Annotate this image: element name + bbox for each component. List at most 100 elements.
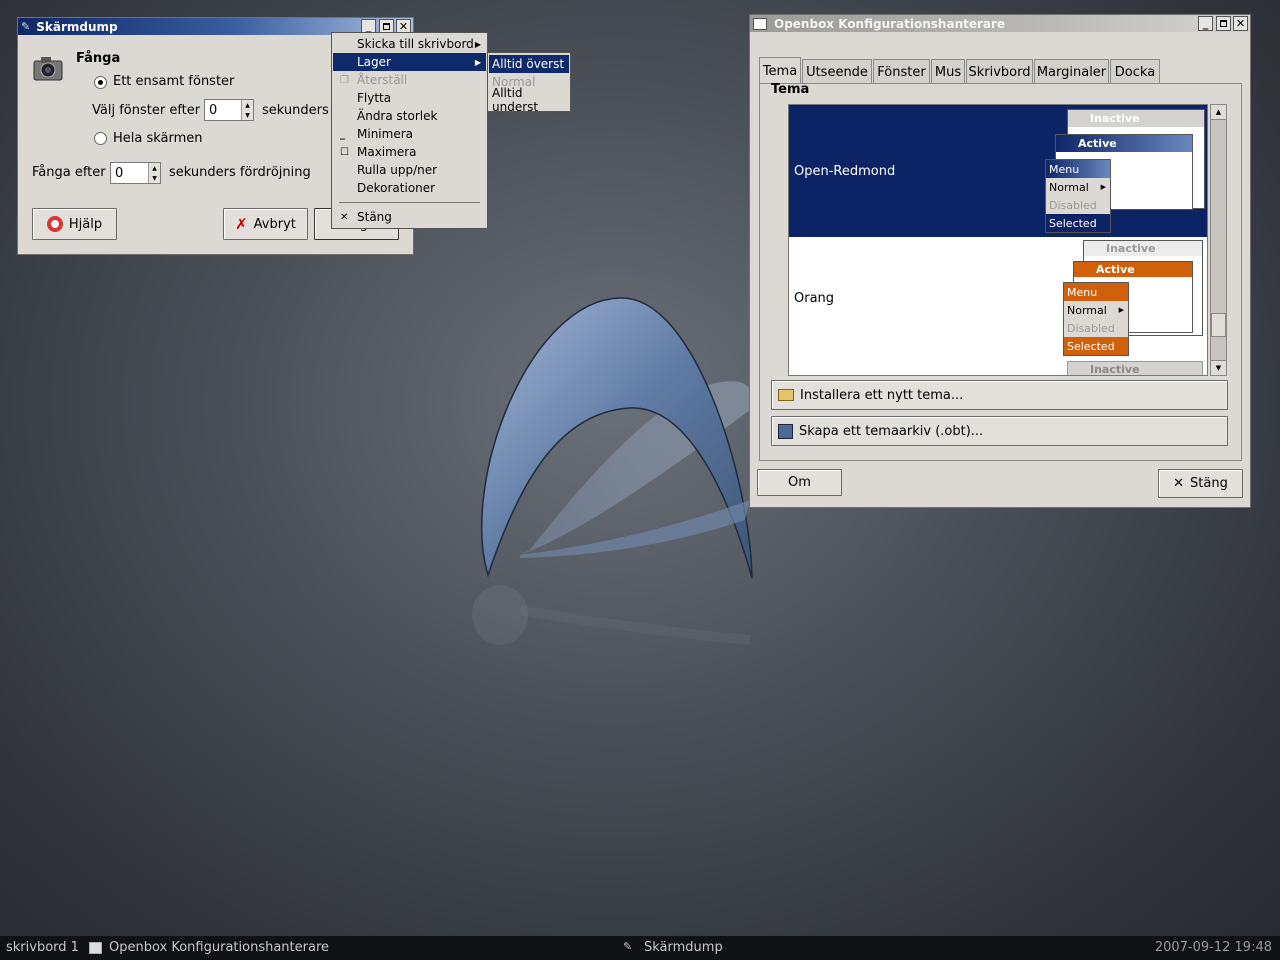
menu-item-always-on-top[interactable]: Alltid överst bbox=[489, 55, 569, 73]
scroll-up-icon[interactable]: ▲ bbox=[1211, 105, 1226, 120]
spin-up-icon: ▲ bbox=[152, 164, 157, 172]
taskbar: skrivbord 1 Openbox Konfigurationshanter… bbox=[0, 936, 1280, 960]
capture-after-value: 0 bbox=[115, 165, 124, 181]
menu-item-label: Ändra storlek bbox=[357, 109, 438, 123]
tab-label: Fönster bbox=[877, 64, 926, 80]
select-window-value: 0 bbox=[209, 102, 218, 118]
theme-list-scrollbar[interactable]: ▲ ▼ bbox=[1210, 104, 1227, 376]
single-window-label: Ett ensamt fönster bbox=[113, 74, 235, 89]
select-window-unit: sekunders bbox=[262, 103, 329, 118]
preview-titlebar: Inactive bbox=[1068, 110, 1204, 127]
menu-item-label: Stäng bbox=[357, 210, 392, 224]
install-theme-button[interactable]: Installera ett nytt tema... bbox=[771, 380, 1228, 410]
tab-fonster[interactable]: Fönster bbox=[873, 59, 930, 84]
capture-heading: Fånga bbox=[76, 51, 121, 66]
tab-utseende[interactable]: Utseende bbox=[802, 59, 872, 84]
tab-label: Docka bbox=[1114, 64, 1156, 80]
desktop-switcher[interactable]: skrivbord 1 bbox=[6, 940, 79, 955]
create-archive-button[interactable]: Skapa ett temaarkiv (.obt)... bbox=[771, 416, 1228, 446]
submenu-arrow-icon: ▶ bbox=[474, 39, 481, 49]
menu-item-minimize[interactable]: _ Minimera bbox=[333, 125, 486, 143]
preview-menu-selected: Selected bbox=[1046, 214, 1110, 232]
capture-after-spin[interactable]: 0 ▲ ▼ bbox=[110, 162, 161, 184]
preview-titlebar: Active bbox=[1056, 135, 1192, 152]
desktop-logo bbox=[472, 297, 754, 645]
preview-titlebar: Inactive bbox=[1068, 362, 1202, 375]
close-icon: ✕ bbox=[1235, 17, 1246, 30]
scroll-down-icon[interactable]: ▼ bbox=[1211, 360, 1226, 375]
menu-item-resize[interactable]: Ändra storlek bbox=[333, 107, 486, 125]
task-screenshot[interactable]: Skärmdump bbox=[644, 940, 723, 955]
menu-item-move[interactable]: Flytta bbox=[333, 89, 486, 107]
preview-menu: Menu Normal ▶ Disabled Selected bbox=[1063, 282, 1129, 356]
tab-label: Marginaler bbox=[1036, 64, 1107, 80]
preview-menu-disabled: Disabled bbox=[1067, 321, 1115, 335]
preview-menu-normal: Normal ▶ bbox=[1064, 301, 1128, 319]
task-openbox-config[interactable]: Openbox Konfigurationshanterare bbox=[109, 940, 329, 955]
scroll-thumb[interactable] bbox=[1211, 313, 1226, 337]
menu-item-label: Rulla upp/ner bbox=[357, 163, 438, 177]
menu-item-maximize[interactable]: ☐ Maximera bbox=[333, 143, 486, 161]
theme-list: Open-Redmond Inactive Active Menu Normal… bbox=[788, 104, 1208, 376]
spin-buttons[interactable]: ▲ ▼ bbox=[241, 100, 253, 120]
theme-row-orang[interactable]: Orang Inactive Active Menu Normal ▶ Disab… bbox=[789, 237, 1207, 375]
maximize-icon: ☐ bbox=[340, 146, 349, 158]
clock: 2007-09-12 19:48 bbox=[1154, 940, 1272, 955]
theme-section-title: Tema bbox=[771, 82, 810, 97]
menu-item-close[interactable]: ✕ Stäng bbox=[333, 208, 486, 226]
menu-item-label: Skicka till skrivbord bbox=[357, 37, 474, 51]
capture-after-label: Fånga efter bbox=[32, 165, 106, 180]
theme-row-open-redmond[interactable]: Open-Redmond Inactive Active Menu Normal… bbox=[789, 105, 1207, 237]
close-config-button[interactable]: ✕ Stäng bbox=[1158, 469, 1243, 498]
tab-mus[interactable]: Mus bbox=[931, 59, 965, 84]
preview-titlebar: Active bbox=[1074, 262, 1192, 277]
whole-screen-radio[interactable] bbox=[94, 132, 107, 145]
preview-menu-disabled: Disabled bbox=[1049, 198, 1097, 212]
close-config-label: Stäng bbox=[1190, 476, 1228, 491]
restore-icon: ❐ bbox=[340, 74, 349, 86]
folder-icon bbox=[778, 389, 794, 401]
single-window-radio[interactable] bbox=[94, 76, 107, 89]
openbox-titlebar[interactable]: Openbox Konfigurationshanterare bbox=[750, 15, 1250, 32]
tab-label: Tema bbox=[762, 63, 798, 79]
openbox-config-window: Openbox Konfigurationshanterare _ ✕ Tema… bbox=[749, 14, 1251, 508]
cancel-button[interactable]: ✗ Avbryt bbox=[223, 208, 308, 240]
tab-docka[interactable]: Docka bbox=[1110, 59, 1160, 84]
menu-item-always-below[interactable]: Alltid underst bbox=[489, 86, 569, 114]
preview-active-label: Active bbox=[1096, 263, 1135, 276]
preview-normal-label: Normal bbox=[1067, 303, 1107, 317]
preview-normal-label: Normal bbox=[1049, 180, 1089, 194]
tab-skrivbord[interactable]: Skrivbord bbox=[966, 59, 1033, 84]
spin-buttons[interactable]: ▲ ▼ bbox=[148, 163, 160, 183]
menu-item-layer[interactable]: Lager ▶ bbox=[333, 53, 486, 71]
menu-item-decorations[interactable]: Dekorationer bbox=[333, 179, 486, 197]
openbox-title: Openbox Konfigurationshanterare bbox=[774, 16, 1006, 31]
tab-marginaler[interactable]: Marginaler bbox=[1034, 59, 1109, 84]
about-button[interactable]: Om bbox=[757, 469, 842, 496]
preview-menu: Menu Normal ▶ Disabled Selected bbox=[1045, 159, 1111, 233]
cancel-button-label: Avbryt bbox=[253, 216, 296, 232]
whole-screen-label: Hela skärmen bbox=[113, 131, 203, 146]
maximize-button[interactable] bbox=[1216, 16, 1231, 31]
create-archive-label: Skapa ett temaarkiv (.obt)... bbox=[799, 423, 984, 439]
menu-item-label: Alltid underst bbox=[492, 86, 539, 114]
menu-item-label: Flytta bbox=[357, 91, 392, 105]
submenu-arrow-icon: ▶ bbox=[1100, 183, 1106, 191]
menu-item-send-to-desktop[interactable]: Skicka till skrivbord ▶ bbox=[333, 35, 486, 53]
minimize-icon: _ bbox=[1202, 17, 1209, 30]
submenu-arrow-icon: ▶ bbox=[1118, 306, 1124, 314]
close-button[interactable]: ✕ bbox=[1233, 16, 1248, 31]
menu-item-label: Minimera bbox=[357, 127, 413, 141]
help-button-label: Hjälp bbox=[68, 216, 103, 232]
help-button[interactable]: Hjälp bbox=[32, 208, 117, 240]
menu-item-restore[interactable]: ❐ Återställ bbox=[333, 71, 486, 89]
menu-item-label: Dekorationer bbox=[357, 181, 436, 195]
window-menu: Skicka till skrivbord ▶ Lager ▶ ❐ Återställ… bbox=[331, 32, 488, 229]
minimize-button[interactable]: _ bbox=[1198, 16, 1213, 31]
select-window-spin[interactable]: 0 ▲ ▼ bbox=[204, 99, 254, 121]
maximize-icon bbox=[1220, 20, 1227, 27]
preview-active-label: Active bbox=[1078, 137, 1117, 150]
menu-item-label: Lager bbox=[357, 55, 391, 69]
menu-item-shade[interactable]: Rulla upp/ner bbox=[333, 161, 486, 179]
tab-tema[interactable]: Tema bbox=[759, 57, 801, 84]
